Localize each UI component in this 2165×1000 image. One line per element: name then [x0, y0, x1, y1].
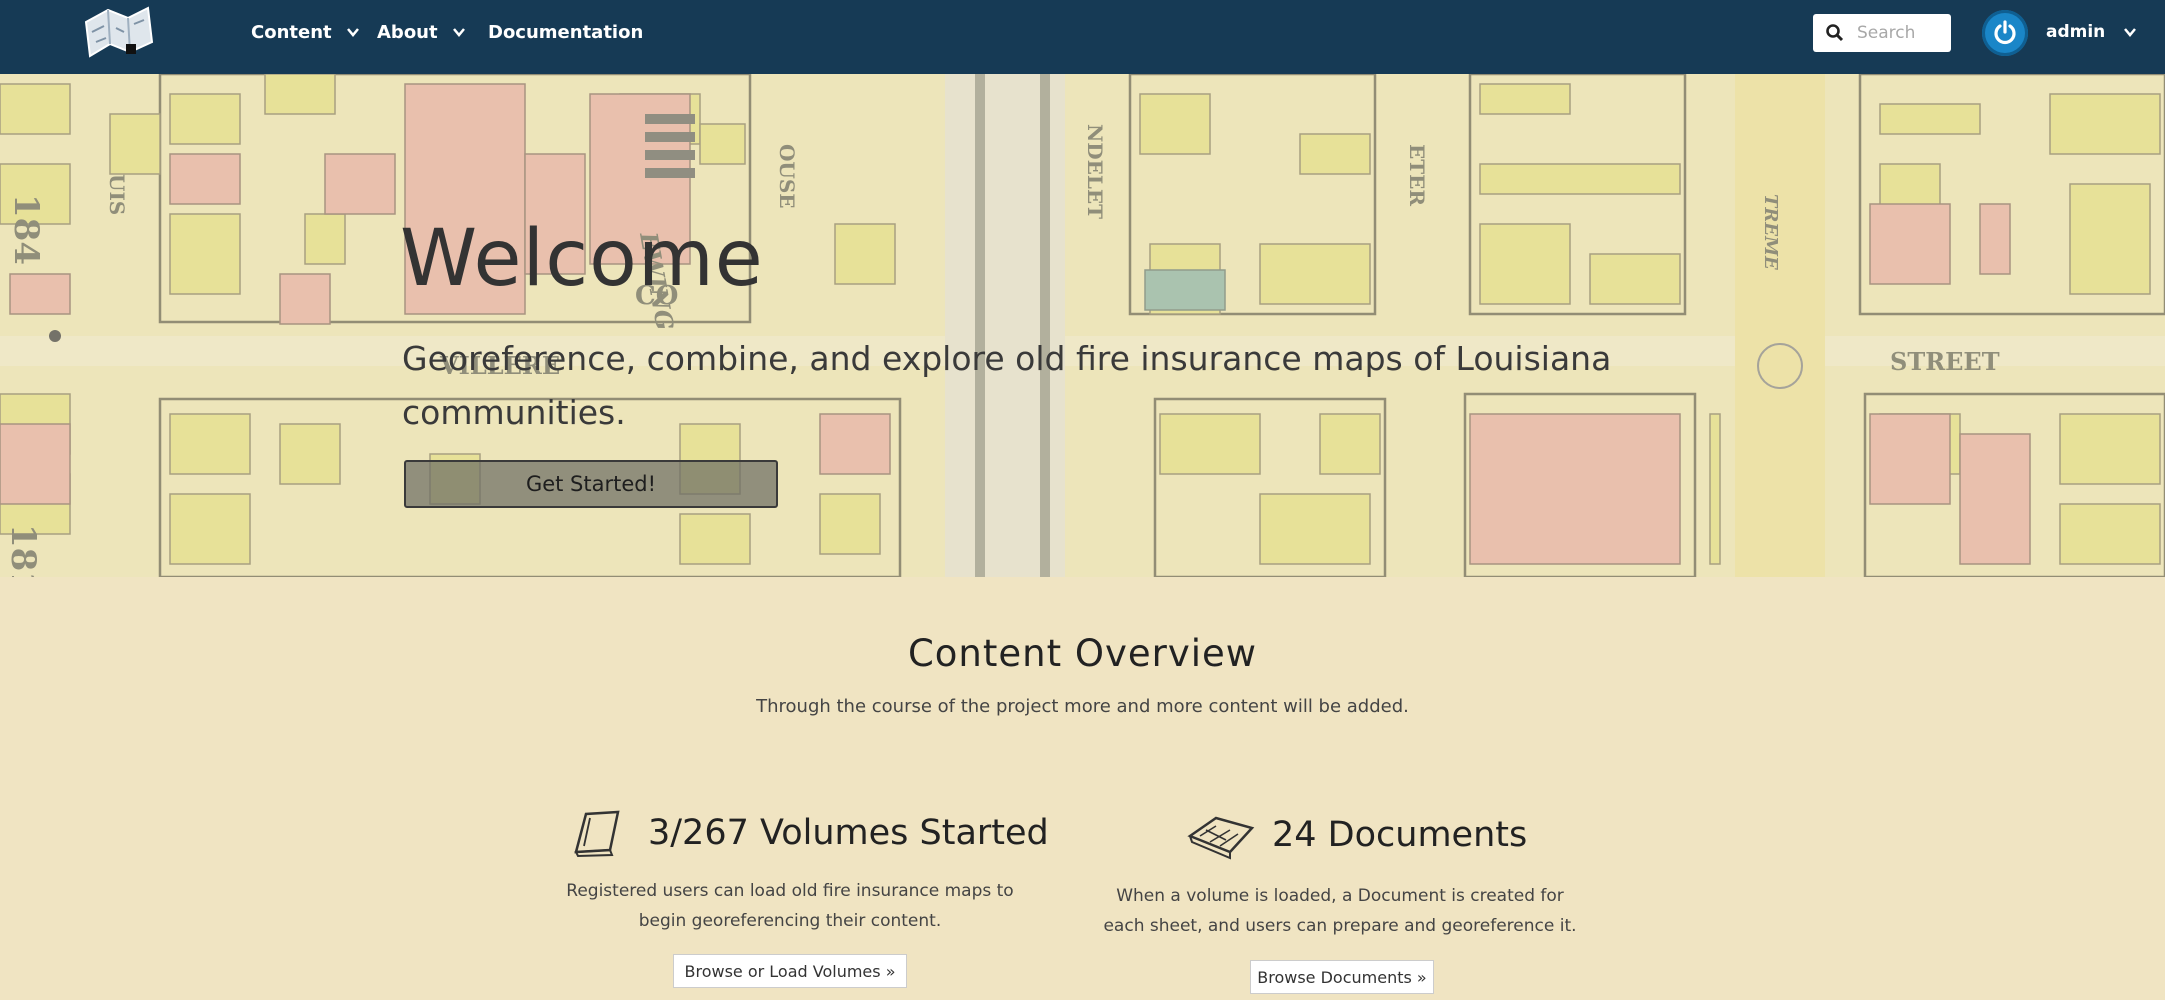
- hero-subtitle: Georeference, combine, and explore old f…: [402, 339, 1612, 432]
- map-sheet-icon: [1187, 816, 1255, 860]
- documents-card-description: When a volume is loaded, a Document is c…: [1080, 881, 1600, 941]
- documents-card-heading: 24 Documents: [1186, 810, 1527, 860]
- volumes-card-heading: 3/267 Volumes Started: [568, 808, 1049, 858]
- hero-overlay: [0, 74, 2165, 577]
- chevron-down-icon: [2124, 28, 2137, 37]
- volumes-count-heading: 3/267 Volumes Started: [648, 813, 1049, 853]
- volumes-desc-line-1: Registered users can load old fire insur…: [566, 881, 1014, 901]
- volumes-card-description: Registered users can load old fire insur…: [520, 876, 1060, 936]
- search-input[interactable]: [1855, 22, 1949, 44]
- documents-desc-line-2: each sheet, and users can prepare and ge…: [1103, 916, 1577, 936]
- nav-documentation-label: Documentation: [488, 21, 644, 43]
- documents-count-heading: 24 Documents: [1272, 815, 1528, 855]
- chevron-down-icon: [452, 28, 465, 37]
- documents-desc-line-1: When a volume is loaded, a Document is c…: [1116, 886, 1564, 906]
- power-icon[interactable]: [1982, 10, 2028, 56]
- nav-documentation-link[interactable]: Documentation: [488, 0, 643, 64]
- nav-content-label: Content: [251, 21, 332, 43]
- nav-content-menu[interactable]: Content: [251, 0, 360, 64]
- hero-title: Welcome: [400, 214, 764, 304]
- book-icon: [574, 810, 620, 858]
- user-name-label: admin: [2046, 22, 2106, 42]
- browse-documents-button[interactable]: Browse Documents »: [1250, 960, 1434, 994]
- search-box[interactable]: [1813, 14, 1951, 52]
- browse-load-volumes-button[interactable]: Browse or Load Volumes »: [673, 954, 907, 988]
- nav-about-label: About: [377, 21, 438, 43]
- hero-banner: 184 181 UIS OUSE NDELET ETER TREME STREE…: [0, 74, 2165, 577]
- get-started-button[interactable]: Get Started!: [404, 460, 778, 508]
- content-overview-subtitle: Through the course of the project more a…: [756, 696, 1409, 717]
- top-navbar: Content About Documentation admin: [0, 0, 2165, 74]
- user-menu[interactable]: admin: [2046, 0, 2137, 64]
- search-icon: [1826, 24, 1844, 42]
- nav-about-menu[interactable]: About: [377, 0, 466, 64]
- volumes-desc-line-2: begin georeferencing their content.: [638, 911, 942, 931]
- chevron-down-icon: [346, 28, 359, 37]
- site-logo-icon[interactable]: [80, 2, 156, 64]
- content-overview-title: Content Overview: [907, 632, 1258, 675]
